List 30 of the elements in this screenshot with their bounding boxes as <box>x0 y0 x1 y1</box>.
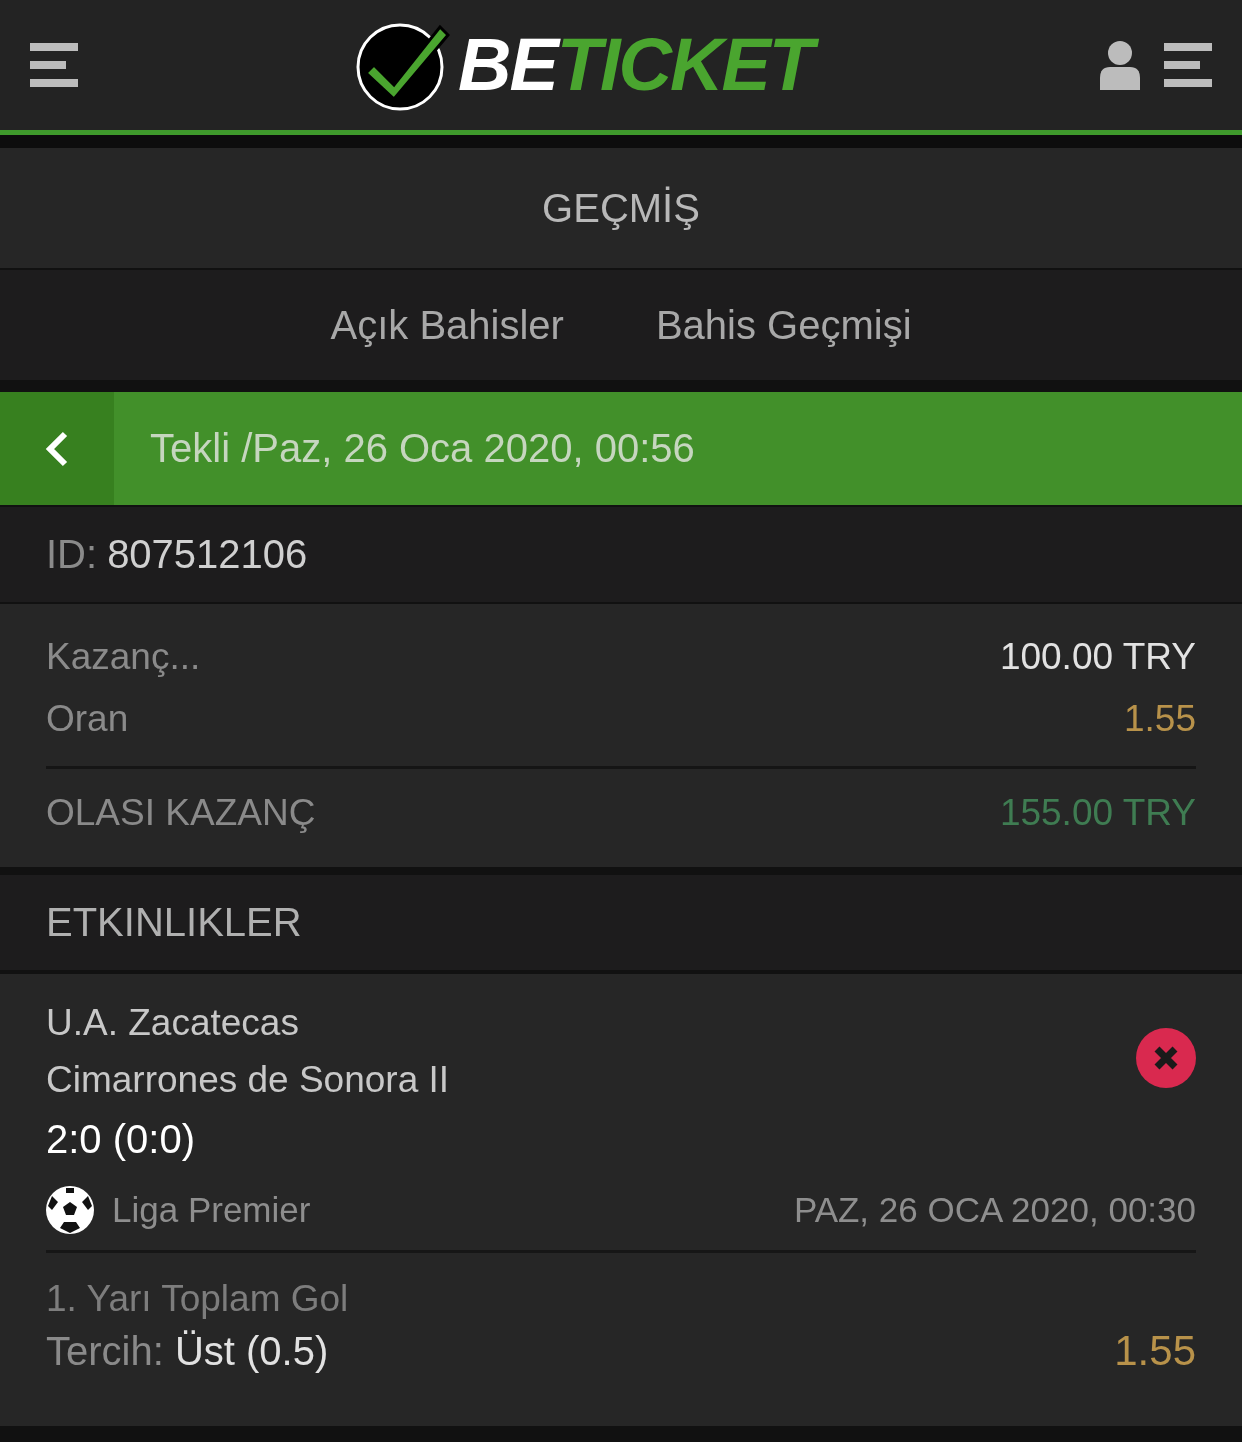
logo-text[interactable]: BETICKET <box>454 20 824 110</box>
stake-value: 100.00 TRY <box>999 636 1196 678</box>
soccer-ball-icon <box>46 1186 94 1234</box>
list-menu-icon[interactable] <box>1164 41 1212 89</box>
match-date: PAZ, 26 OCA 2020, 00:30 <box>793 1190 1196 1230</box>
bet-title: Tekli /Paz, 26 Oca 2020, 00:56 <box>149 426 695 471</box>
events-heading: ETKINLIKLER <box>46 900 302 945</box>
id-label: ID: <box>46 532 98 577</box>
menu-icon[interactable] <box>30 41 78 89</box>
potential-win-label: OLASI KAZANÇ <box>46 792 316 834</box>
stake-label: Kazanç... <box>46 636 201 678</box>
pick-label: Tercih: <box>46 1328 164 1373</box>
id-value: 807512106 <box>107 532 308 577</box>
market-name: 1. Yarı Toplam Gol <box>46 1277 350 1321</box>
user-icon[interactable] <box>1100 40 1140 90</box>
league-name: Liga Premier <box>112 1190 311 1230</box>
tab[interactable]: Bahis Geçmişi <box>655 302 912 348</box>
match-score: 2:0 (0:0) <box>46 1116 196 1163</box>
back-icon[interactable] <box>45 429 69 468</box>
lost-icon <box>1136 1028 1196 1088</box>
pick-value: Üst (0.5) <box>174 1328 329 1373</box>
odds-label: Oran <box>46 698 129 740</box>
page-title: GEÇMİŞ <box>542 185 700 231</box>
pick-odds: 1.55 <box>1114 1327 1196 1375</box>
tab[interactable]: Açık Bahisler <box>330 302 564 348</box>
potential-win-value: 155.00 TRY <box>999 792 1196 834</box>
away-team: Cimarrones de Sonora II <box>46 1058 450 1102</box>
back-button[interactable] <box>0 392 114 505</box>
odds-value: 1.55 <box>1124 698 1196 740</box>
home-team: U.A. Zacatecas <box>46 1001 300 1045</box>
